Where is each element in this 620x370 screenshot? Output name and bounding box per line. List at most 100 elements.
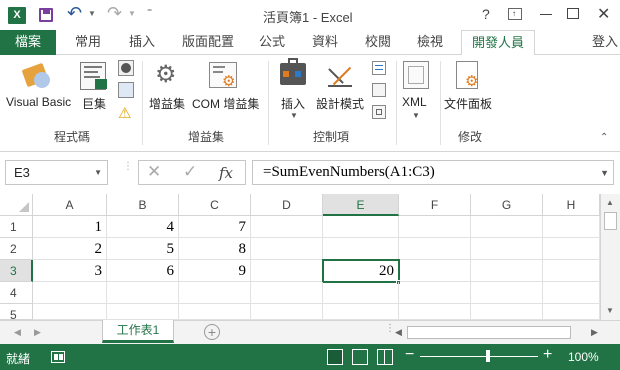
- run-dialog-icon[interactable]: [372, 105, 386, 119]
- cell-g5[interactable]: [471, 304, 543, 320]
- page-layout-view-icon[interactable]: [352, 349, 368, 365]
- design-mode-button[interactable]: 設計模式: [316, 95, 364, 112]
- scroll-right-icon[interactable]: ▶: [591, 327, 598, 338]
- row-header-2[interactable]: 2: [0, 238, 33, 260]
- scroll-down-icon[interactable]: ▼: [606, 306, 614, 315]
- ribbon-display-icon[interactable]: ↑: [508, 8, 522, 20]
- prev-sheet-icon[interactable]: ◀: [14, 327, 21, 338]
- cell-h5[interactable]: [543, 304, 600, 320]
- cell-f2[interactable]: [399, 238, 471, 260]
- cell-d2[interactable]: [251, 238, 323, 260]
- new-sheet-button[interactable]: +: [204, 324, 220, 340]
- cell-h1[interactable]: [543, 216, 600, 238]
- zoom-slider-thumb[interactable]: [486, 350, 490, 362]
- cell-g1[interactable]: [471, 216, 543, 238]
- cell-a5[interactable]: [33, 304, 107, 320]
- xml-dropdown-icon[interactable]: ▼: [412, 111, 420, 120]
- document-panel-button[interactable]: 文件面板: [444, 95, 492, 112]
- scroll-up-icon[interactable]: ▲: [606, 198, 614, 207]
- column-header-c[interactable]: C: [179, 194, 251, 216]
- macro-recording-icon[interactable]: [51, 351, 65, 363]
- sheet-tab-active[interactable]: 工作表1: [102, 320, 174, 343]
- insert-control-button[interactable]: 插入: [281, 95, 305, 112]
- cell-d4[interactable]: [251, 282, 323, 304]
- tab-data[interactable]: 資料: [303, 30, 347, 55]
- cell-g3[interactable]: [471, 260, 543, 282]
- tab-insert[interactable]: 插入: [120, 30, 164, 55]
- row-header-5[interactable]: 5: [0, 304, 33, 322]
- zoom-out-icon[interactable]: −: [405, 346, 414, 364]
- cell-e2[interactable]: [323, 238, 399, 260]
- cell-d3[interactable]: [251, 260, 323, 282]
- cell-g4[interactable]: [471, 282, 543, 304]
- zoom-level[interactable]: 100%: [568, 350, 599, 364]
- cell-c2[interactable]: 8: [179, 238, 251, 260]
- cell-h4[interactable]: [543, 282, 600, 304]
- cell-e1[interactable]: [323, 216, 399, 238]
- tab-file[interactable]: 檔案: [0, 30, 56, 55]
- macro-security-icon[interactable]: ⚠: [118, 104, 131, 122]
- select-all-corner[interactable]: [0, 194, 33, 216]
- undo-icon[interactable]: ↶: [67, 3, 82, 24]
- row-header-1[interactable]: 1: [0, 216, 33, 238]
- cell-c3[interactable]: 9: [179, 260, 251, 282]
- collapse-ribbon-icon[interactable]: ⌃: [600, 132, 608, 143]
- cell-h3[interactable]: [543, 260, 600, 282]
- tab-home[interactable]: 常用: [66, 30, 110, 55]
- column-header-f[interactable]: F: [399, 194, 471, 216]
- formula-input[interactable]: =SumEvenNumbers(A1:C3) ▼: [252, 160, 614, 185]
- tab-formulas[interactable]: 公式: [250, 30, 294, 55]
- insert-dropdown-icon[interactable]: ▼: [290, 111, 298, 120]
- customize-toolbar-icon[interactable]: ⁼: [147, 7, 152, 18]
- xml-button[interactable]: XML: [402, 95, 427, 109]
- insert-function-icon[interactable]: fx: [219, 164, 233, 182]
- zoom-slider-track[interactable]: [420, 356, 538, 357]
- close-icon[interactable]: ✕: [597, 4, 610, 24]
- cell-h2[interactable]: [543, 238, 600, 260]
- minimize-icon[interactable]: [540, 14, 552, 15]
- cell-c1[interactable]: 7: [179, 216, 251, 238]
- tab-view[interactable]: 檢視: [408, 30, 452, 55]
- cancel-icon[interactable]: ✕: [147, 162, 161, 182]
- cell-e5[interactable]: [323, 304, 399, 320]
- cell-f3[interactable]: [400, 260, 471, 282]
- redo-dropdown-icon[interactable]: ▼: [128, 9, 136, 18]
- excel-logo-icon[interactable]: X: [8, 7, 26, 24]
- cell-c4[interactable]: [179, 282, 251, 304]
- cell-e3-selected[interactable]: 20: [322, 259, 400, 283]
- worksheet-grid[interactable]: A B C D E F G H 1 2 3 4 5 1 4 7 2 5 8 3 …: [0, 194, 620, 322]
- help-icon[interactable]: ?: [482, 6, 490, 22]
- name-box-dropdown-icon[interactable]: ▼: [94, 168, 102, 177]
- relative-reference-icon[interactable]: [118, 82, 134, 98]
- expand-formula-icon[interactable]: ▼: [600, 168, 609, 178]
- cell-f4[interactable]: [399, 282, 471, 304]
- tab-review[interactable]: 校閱: [356, 30, 400, 55]
- cell-a3[interactable]: 3: [33, 260, 107, 282]
- column-header-h[interactable]: H: [543, 194, 600, 216]
- formula-bar-grip[interactable]: ⋮: [123, 162, 133, 172]
- name-box[interactable]: E3 ▼: [5, 160, 108, 185]
- macros-button[interactable]: 巨集: [82, 95, 106, 112]
- cell-b3[interactable]: 6: [107, 260, 179, 282]
- undo-dropdown-icon[interactable]: ▼: [88, 9, 96, 18]
- tab-developer[interactable]: 開發人員: [461, 30, 535, 56]
- cell-a4[interactable]: [33, 282, 107, 304]
- enter-icon[interactable]: ✓: [183, 162, 197, 182]
- next-sheet-icon[interactable]: ▶: [34, 327, 41, 338]
- tab-page-layout[interactable]: 版面配置: [176, 30, 240, 55]
- normal-view-icon[interactable]: [327, 349, 343, 365]
- save-icon[interactable]: [39, 8, 53, 22]
- cell-d5[interactable]: [251, 304, 323, 320]
- cell-f1[interactable]: [399, 216, 471, 238]
- vertical-scrollbar[interactable]: ▲ ▼: [600, 194, 620, 320]
- cell-d1[interactable]: [251, 216, 323, 238]
- cell-a1[interactable]: 1: [33, 216, 107, 238]
- scroll-left-icon[interactable]: ◀: [395, 327, 402, 338]
- vertical-scroll-thumb[interactable]: [604, 212, 617, 230]
- cell-a2[interactable]: 2: [33, 238, 107, 260]
- column-header-d[interactable]: D: [251, 194, 323, 216]
- cell-f5[interactable]: [399, 304, 471, 320]
- sign-in-link[interactable]: 登入: [590, 30, 620, 55]
- row-header-3[interactable]: 3: [0, 260, 33, 282]
- column-header-g[interactable]: G: [471, 194, 543, 216]
